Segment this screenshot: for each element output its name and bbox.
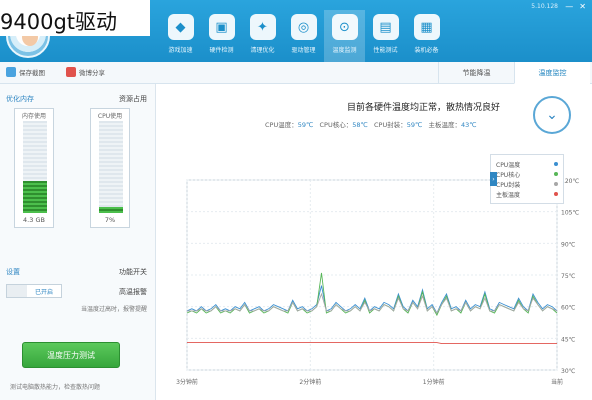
- alarm-toggle[interactable]: 已开启: [6, 284, 62, 298]
- legend-swatch: [554, 182, 558, 186]
- x-tick-label: 1分钟前: [423, 378, 445, 386]
- window-controls: — ✕: [565, 2, 586, 11]
- close-icon[interactable]: ✕: [579, 2, 586, 11]
- weibo-icon: [66, 67, 76, 77]
- tab-energy[interactable]: 节能降温: [438, 62, 514, 84]
- gamepad-icon: ◆: [167, 14, 194, 40]
- legend-label: CPU封装: [496, 181, 521, 189]
- legend-collapse-icon[interactable]: ›: [490, 172, 497, 186]
- alarm-label: 高温报警: [119, 288, 147, 296]
- share-qq-button[interactable]: 保存截图: [6, 67, 45, 77]
- toolbar-item[interactable]: ▣ 硬件检测: [201, 10, 242, 62]
- toolbar-item[interactable]: ◆ 游戏加速: [160, 10, 201, 62]
- cpu-temp-value: 59℃: [297, 121, 314, 129]
- toolbar-item[interactable]: ✦ 清理优化: [242, 10, 283, 62]
- toolbar-item[interactable]: ▤ 性能测试: [365, 10, 406, 62]
- legend-label: CPU温度: [496, 161, 521, 169]
- memory-meter: 内存使用 4.3 GB: [14, 108, 54, 228]
- switch-section-title: 功能开关: [119, 268, 147, 276]
- broom-icon: ✦: [249, 14, 276, 40]
- status-summary: CPU温度：59℃ CPU核心：58℃ CPU封装：59℃ 主板温度：43℃: [265, 119, 477, 129]
- toggle-knob: [7, 285, 27, 297]
- toolbar-item-label: 清理优化: [250, 47, 275, 54]
- share-weibo-label: 微博分享: [79, 69, 105, 77]
- top-banner: ◆ 游戏加速 ▣ 硬件检测 ✦ 清理优化 ◎ 驱动管理 ⊙ 温度监测 ▤ 性能测试 ▦ 装机必备 5.10…: [0, 0, 592, 62]
- toolbar-item-label: 驱动管理: [291, 47, 316, 54]
- cpu-temp-label: CPU温度：: [265, 121, 298, 129]
- toolbar-item[interactable]: ▦ 装机必备: [406, 10, 447, 62]
- toolbar-item[interactable]: ◎ 驱动管理: [283, 10, 324, 62]
- memory-meter-fill: [23, 180, 47, 213]
- stress-test-button[interactable]: 温度压力测试: [22, 342, 120, 368]
- camera-icon: [6, 67, 16, 77]
- box-icon: ▦: [413, 14, 440, 40]
- share-weibo-button[interactable]: 微博分享: [66, 67, 105, 77]
- disc-icon: ◎: [290, 14, 317, 40]
- left-panel: 资源占用 优化内存 内存使用 4.3 GB CPU使用 7% 功能开关 设置 已…: [0, 84, 156, 400]
- toolbar-item-label: 硬件检测: [209, 47, 234, 54]
- chip-icon: ▣: [208, 14, 235, 40]
- resource-section-title: 资源占用: [119, 95, 147, 103]
- legend-swatch: [554, 172, 558, 176]
- legend-label: CPU核心: [496, 171, 521, 179]
- y-tick-label: 75℃: [561, 273, 576, 280]
- tab-bar: 节能降温 温度监控: [438, 62, 590, 84]
- main-content: 目前各硬件温度均正常，散热情况良好 CPU温度：59℃ CPU核心：58℃ CP…: [157, 84, 592, 400]
- legend-item[interactable]: CPU封装: [496, 179, 558, 189]
- toggle-state: 已开启: [34, 288, 53, 296]
- chart-icon: ▤: [372, 14, 399, 40]
- stress-test-note: 测试电脑散热能力，检查散热问题: [10, 384, 101, 391]
- legend-swatch: [554, 192, 558, 196]
- cpu-meter: CPU使用 7%: [90, 108, 130, 228]
- memory-meter-track: [23, 121, 47, 213]
- legend-swatch: [554, 162, 558, 166]
- cpu-core-label: CPU核心：: [319, 121, 353, 129]
- toolbar-item[interactable]: ⊙ 温度监测: [324, 10, 365, 62]
- version-label: 5.10.128: [531, 3, 558, 10]
- y-tick-label: 90℃: [561, 241, 576, 248]
- x-tick-label: 当前: [551, 378, 563, 386]
- main-toolbar: ◆ 游戏加速 ▣ 硬件检测 ✦ 清理优化 ◎ 驱动管理 ⊙ 温度监测 ▤ 性能测试 ▦ 装机必备: [160, 10, 447, 62]
- legend-label: 主板温度: [496, 191, 521, 199]
- toolbar-item-label: 装机必备: [414, 47, 439, 54]
- share-qq-label: 保存截图: [19, 69, 45, 77]
- toolbar-item-label: 温度监测: [332, 47, 357, 54]
- cpu-meter-value: 7%: [104, 216, 116, 224]
- thermometer-icon: ⊙: [331, 14, 358, 40]
- y-tick-label: 30℃: [561, 368, 576, 375]
- cpu-meter-label: CPU使用: [97, 113, 123, 120]
- overlay-title-box: 9400gt驱动: [0, 0, 150, 36]
- cpu-package-value: 59℃: [406, 121, 423, 129]
- minimize-icon[interactable]: —: [565, 2, 573, 11]
- board-temp-value: 43℃: [461, 121, 477, 129]
- board-temp-label: 主板温度：: [428, 121, 462, 129]
- status-title: 目前各硬件温度均正常，散热情况良好: [347, 103, 501, 113]
- cpu-core-value: 58℃: [352, 121, 368, 129]
- x-tick-label: 2分钟前: [299, 378, 321, 386]
- chart-legend: CPU温度 CPU核心 CPU封装主板温度: [490, 154, 564, 204]
- memory-meter-value: 4.3 GB: [23, 216, 45, 224]
- legend-item[interactable]: CPU温度: [496, 159, 558, 169]
- switch-settings-link[interactable]: 设置: [6, 267, 20, 277]
- cpu-package-label: CPU封装：: [374, 121, 407, 129]
- alarm-note: 当温度过高时，报警提醒: [80, 306, 147, 313]
- y-tick-label: 105℃: [561, 210, 579, 217]
- toolbar-item-label: 性能测试: [373, 47, 398, 54]
- toolbar-item-label: 游戏加速: [168, 47, 193, 54]
- x-tick-label: 3分钟前: [176, 378, 198, 386]
- cpu-meter-fill: [99, 206, 123, 213]
- y-tick-label: 60℃: [561, 305, 576, 312]
- overlay-title: 9400gt驱动: [0, 10, 118, 34]
- memory-meter-label: 内存使用: [21, 113, 46, 120]
- legend-item[interactable]: CPU核心: [496, 169, 558, 179]
- status-check-icon: ⌄: [533, 96, 571, 134]
- cpu-meter-track: [99, 121, 123, 213]
- legend-item[interactable]: 主板温度: [496, 189, 558, 199]
- tab-temperature[interactable]: 温度监控: [514, 62, 590, 84]
- y-tick-label: 45℃: [561, 336, 576, 343]
- optimize-memory-link[interactable]: 优化内存: [6, 94, 34, 104]
